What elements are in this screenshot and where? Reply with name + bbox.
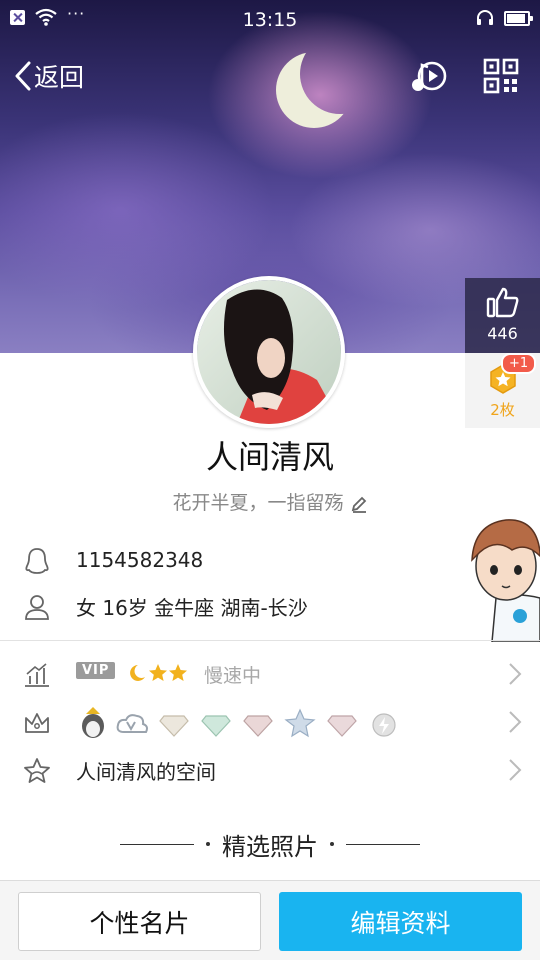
back-label: 返回 <box>34 63 85 92</box>
selected-photos-title: 精选照片 <box>0 826 540 862</box>
headset-icon <box>477 10 493 25</box>
status-bar: ··· 13:15 <box>0 0 540 38</box>
space-label: 人间清风的空间 <box>76 759 216 784</box>
level-moon-stars-icon <box>130 664 187 681</box>
chevron-right-icon <box>509 663 522 685</box>
details-row: 女 16岁 金牛座 湖南-长沙 <box>0 584 540 628</box>
speed-status: 慢速中 <box>204 664 262 687</box>
personal-card-button[interactable]: 个性名片 <box>18 892 261 951</box>
back-button[interactable]: 返回 <box>14 58 84 94</box>
penguin-icon <box>25 548 49 574</box>
like-panel: 446 +1 2枚 <box>465 278 540 428</box>
profile-details: 女 16岁 金牛座 湖南-长沙 <box>76 595 308 620</box>
qq-number: 1154582348 <box>76 548 204 572</box>
like-button[interactable]: 446 <box>465 278 540 353</box>
star-space-icon <box>24 758 50 783</box>
edit-pencil-icon[interactable] <box>350 495 368 513</box>
vip-tag: VIP <box>76 662 116 679</box>
battery-icon <box>504 10 533 26</box>
photos-title-text: 精选照片 <box>222 832 318 861</box>
qq-number-row: 1154582348 <box>0 538 540 582</box>
chevron-right-icon <box>509 759 522 781</box>
person-icon <box>25 595 49 620</box>
chevron-right-icon <box>509 711 522 733</box>
title-line-left <box>120 843 194 845</box>
signature[interactable]: 花开半夏，一指留殇 <box>0 488 540 515</box>
medal-count: 2枚 <box>490 401 515 419</box>
level-row[interactable]: VIP 慢速中 <box>0 652 540 696</box>
level-chart-icon <box>25 663 49 687</box>
services-row[interactable] <box>0 700 540 744</box>
space-row[interactable]: 人间清风的空间 <box>0 748 540 792</box>
crown-icon <box>25 713 49 733</box>
thumbs-up-icon <box>486 287 518 318</box>
plus-one-badge: +1 <box>501 353 537 374</box>
avatar[interactable] <box>193 276 345 428</box>
title-dot-left <box>206 842 210 846</box>
title-dot-right <box>330 842 334 846</box>
bottom-bar: 个性名片 编辑资料 <box>0 880 540 960</box>
medal-button[interactable]: +1 2枚 <box>465 353 540 428</box>
divider <box>0 640 540 641</box>
avatar-photo <box>197 280 341 424</box>
clock: 13:15 <box>242 9 298 31</box>
qr-code-icon[interactable] <box>482 57 520 95</box>
service-badges-icons <box>82 707 396 738</box>
chevron-left-icon <box>15 61 31 91</box>
nickname: 人间清风 <box>205 438 334 476</box>
title-line-right <box>346 843 420 845</box>
music-icon[interactable] <box>410 57 448 95</box>
like-count: 446 <box>487 324 518 343</box>
edit-profile-button[interactable]: 编辑资料 <box>279 892 522 951</box>
moon-graphic <box>276 52 352 128</box>
signature-text: 花开半夏，一指留殇 <box>172 492 344 514</box>
